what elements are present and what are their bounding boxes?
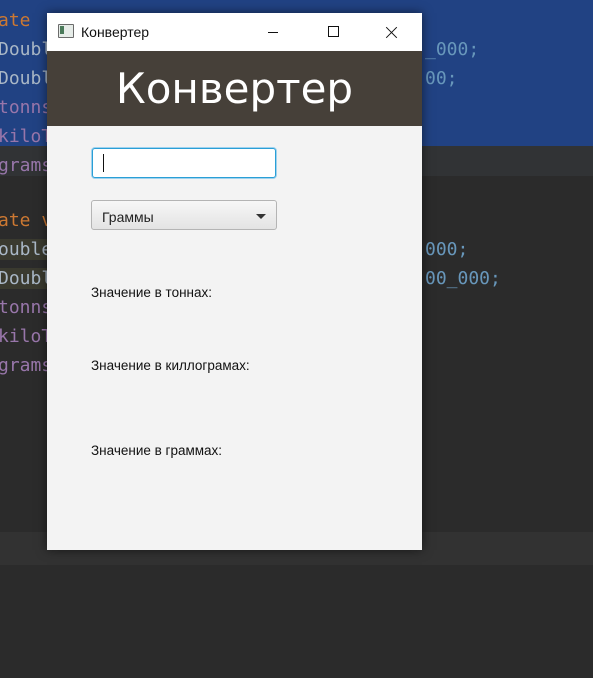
header-title: Конвертер — [115, 64, 354, 113]
app-header: Конвертер — [47, 51, 422, 126]
window-titlebar[interactable]: Конвертер — [47, 13, 422, 51]
window-title: Конвертер — [81, 24, 150, 40]
maximize-button[interactable] — [310, 13, 356, 51]
app-window-icon — [58, 24, 74, 38]
grams-label: Значение в граммах: — [91, 443, 223, 458]
converter-window: Конвертер Конвертер Граммы Значение в то… — [47, 13, 422, 550]
ide-code-right-bottom: 000; 00_000; — [425, 239, 501, 289]
ide-code-lines-top: ate Doubl Doubl tonns kiloT grams — [0, 10, 53, 176]
kilograms-label: Значение в киллограмах: — [91, 358, 250, 373]
minimize-button[interactable] — [250, 13, 296, 51]
tonnes-label: Значение в тоннах: — [91, 285, 212, 300]
unit-select[interactable]: Граммы — [91, 200, 277, 230]
value-input[interactable] — [92, 148, 276, 178]
text-caret — [103, 154, 104, 172]
close-button[interactable] — [368, 13, 414, 51]
ide-code-right-top: _000; 00; — [425, 39, 480, 89]
unit-select-value: Граммы — [102, 209, 154, 225]
chevron-down-icon — [256, 214, 266, 219]
ide-code-lines-bottom: ate v ouble Doubl tonns kiloT grams — [0, 210, 53, 376]
